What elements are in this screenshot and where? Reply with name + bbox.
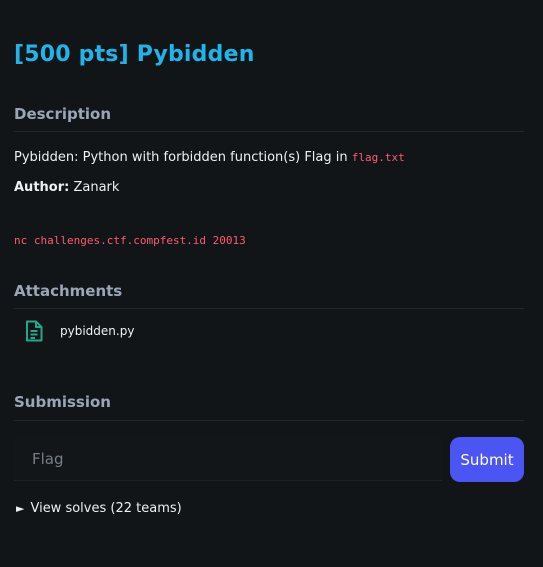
description-text: Pybidden: Python with forbidden function…: [14, 150, 405, 165]
author-line: Author: Zanark: [14, 180, 119, 195]
flag-file-code: flag.txt: [351, 151, 405, 164]
author-name: Zanark: [69, 180, 120, 195]
attachment-filename[interactable]: pybidden.py: [60, 324, 134, 338]
submission-heading: Submission: [14, 393, 111, 411]
challenge-title: [500 pts] Pybidden: [14, 42, 255, 67]
expand-triangle-icon: ►: [16, 502, 25, 515]
description-body: Pybidden: Python with forbidden function…: [14, 150, 352, 165]
view-solves-toggle[interactable]: ► View solves (22 teams): [16, 501, 182, 516]
attachments-divider: [14, 308, 524, 309]
file-document-icon: [24, 320, 44, 342]
submission-divider: [14, 420, 524, 421]
flag-input[interactable]: [14, 437, 442, 481]
view-solves-label: View solves (22 teams): [30, 501, 182, 516]
author-label: Author:: [14, 180, 70, 195]
attachment-item[interactable]: pybidden.py: [24, 320, 134, 342]
submit-button[interactable]: Submit: [450, 437, 524, 482]
attachments-heading: Attachments: [14, 282, 123, 300]
description-heading: Description: [14, 105, 112, 123]
description-divider: [14, 131, 524, 132]
connection-command: nc challenges.ctf.compfest.id 20013: [14, 234, 246, 247]
